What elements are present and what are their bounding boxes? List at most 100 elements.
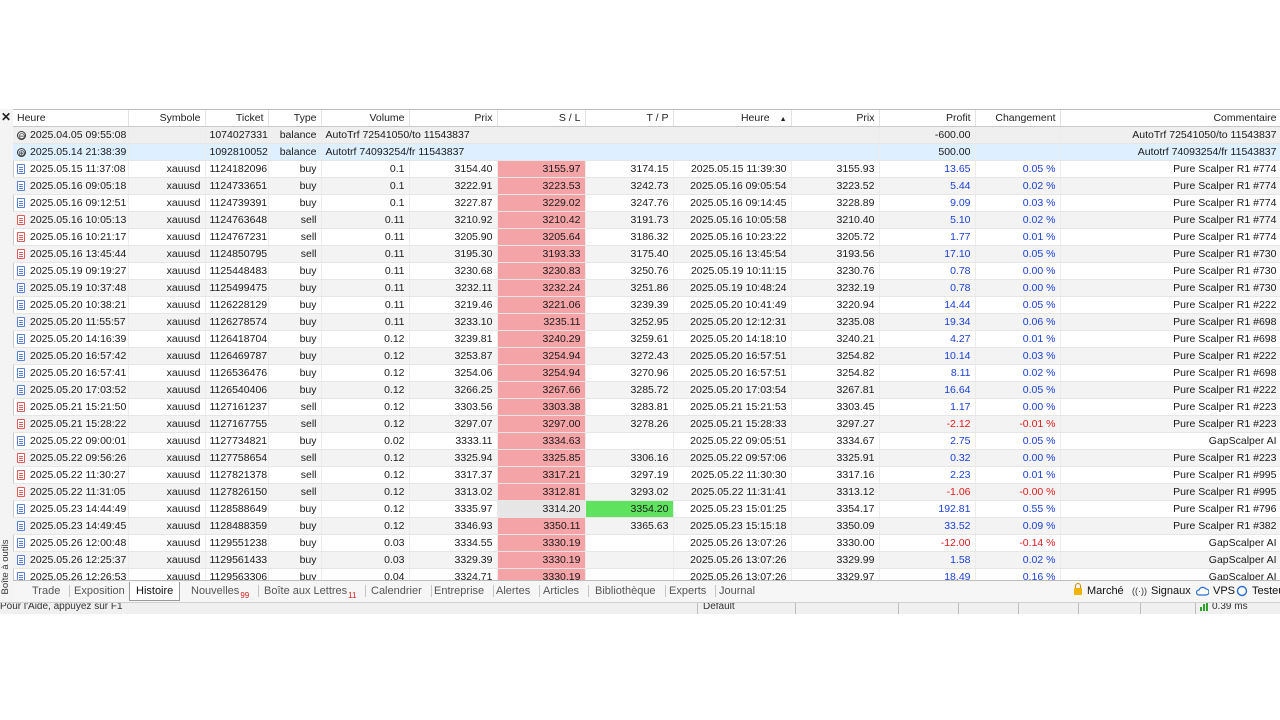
table-row[interactable]: 2025.05.19 10:37:48 xauusd 1125499475 buy 0.… — [13, 279, 1280, 297]
tab-journal[interactable]: Journal — [713, 582, 761, 600]
col-open-time[interactable]: Heure — [13, 110, 129, 127]
cell-open-time: 2025.05.22 11:30:27 — [13, 466, 129, 484]
cell-take-profit: 3306.16 — [585, 449, 674, 467]
cell-profit: 0.78 — [879, 279, 976, 297]
tab-exposition[interactable]: Exposition — [68, 582, 135, 600]
table-row[interactable]: 2025.05.16 10:21:17 xauusd 1124767231 sell 0… — [13, 228, 1280, 246]
cell-profit: 8.11 — [879, 364, 976, 382]
cell-close-price: 3223.52 — [791, 177, 880, 195]
tab-bo-te-aux-lettres[interactable]: Boîte aux Lettres11 — [258, 582, 367, 600]
table-row[interactable]: 2025.05.16 10:05:13 xauusd 1124763648 sell 0… — [13, 211, 1280, 229]
cell-close-time: 2025.05.20 12:12:31 — [673, 313, 792, 331]
table-row[interactable]: 2025.05.22 11:30:27 xauusd 1127821378 sell 0… — [13, 466, 1280, 484]
cell-type: balance — [268, 126, 322, 144]
table-row[interactable]: 2025.05.20 16:57:41 xauusd 1126536476 buy 0.… — [13, 364, 1280, 382]
tab-vps[interactable]: VPS — [1195, 582, 1235, 600]
cell-open-time: 2025.05.26 12:25:37 — [13, 551, 129, 569]
cell-open-time-text: 2025.05.16 10:21:17 — [30, 231, 127, 243]
tab-histoire[interactable]: Histoire — [129, 582, 181, 601]
cell-open-time: 2025.05.16 13:45:44 — [13, 245, 129, 263]
tab-alertes[interactable]: Alertes — [490, 582, 541, 600]
cell-open-price: 3230.68 — [409, 262, 498, 280]
cell-profit: 1.77 — [879, 228, 976, 246]
tab-articles[interactable]: Articles — [537, 582, 590, 600]
tab-calendrier[interactable]: Calendrier — [365, 582, 432, 600]
cell-volume: 0.02 — [321, 432, 410, 450]
balance-row[interactable]: ⊕ 2025.05.14 21:38:39 1092810052 balance Aut… — [13, 143, 1280, 161]
collapse-circle-icon[interactable]: ⊖ — [17, 130, 26, 140]
col-type[interactable]: Type — [268, 110, 322, 127]
tab-biblioth-que[interactable]: Bibliothèque — [589, 582, 666, 600]
cell-close-time: 2025.05.21 15:21:53 — [673, 398, 792, 416]
table-row[interactable]: 2025.05.22 11:31:05 xauusd 1127826150 sell 0… — [13, 483, 1280, 501]
cell-symbol: xauusd — [128, 466, 206, 484]
table-row[interactable]: 2025.05.20 16:57:42 xauusd 1126469787 buy 0.… — [13, 347, 1280, 365]
table-row[interactable]: 2025.05.16 13:45:44 xauusd 1124850795 sell 0… — [13, 245, 1280, 263]
table-row[interactable]: 2025.05.22 09:56:26 xauusd 1127758654 sell 0… — [13, 449, 1280, 467]
col-close-time[interactable]: Heure ▲ — [673, 110, 792, 127]
col-volume[interactable]: Volume — [321, 110, 410, 127]
cell-comment: Pure Scalper R1 #222 — [1060, 347, 1280, 365]
cell-ticket: 1128588649 — [205, 500, 269, 518]
table-row[interactable]: 2025.05.23 14:49:45 xauusd 1128488359 buy 0.… — [13, 517, 1280, 535]
col-comment[interactable]: Commentaire — [1060, 110, 1280, 127]
table-row[interactable]: 2025.05.20 14:16:39 xauusd 1126418704 buy 0.… — [13, 330, 1280, 348]
table-row[interactable]: 2025.05.16 09:12:51 xauusd 1124739391 buy 0.… — [13, 194, 1280, 212]
tab-label: Trade — [32, 585, 61, 597]
tab-experts[interactable]: Experts — [663, 582, 717, 600]
table-row[interactable]: 2025.05.15 11:37:08 xauusd 1124182096 buy 0.… — [13, 160, 1280, 178]
buy-order-icon — [17, 283, 25, 294]
cell-stop-loss: 3205.64 — [497, 228, 586, 246]
tab-signaux[interactable]: ((·)) Signaux — [1132, 582, 1191, 600]
cell-stop-loss: 3303.38 — [497, 398, 586, 416]
table-row[interactable]: 2025.05.20 10:38:21 xauusd 1126228129 buy 0.… — [13, 296, 1280, 314]
table-row[interactable]: 2025.05.21 15:28:22 xauusd 1127167755 sell 0… — [13, 415, 1280, 433]
table-row[interactable]: 2025.05.26 12:25:37 xauusd 1129561433 buy 0.… — [13, 551, 1280, 569]
col-profit[interactable]: Profit — [879, 110, 976, 127]
expand-circle-icon[interactable]: ⊕ — [17, 147, 26, 157]
tab-testeu[interactable]: Testeu — [1236, 582, 1280, 600]
cell-ticket: 1127734821 — [205, 432, 269, 450]
cell-comment: GapScalper AI — [1060, 432, 1280, 450]
cell-comment: Pure Scalper R1 #774 — [1060, 177, 1280, 195]
table-row[interactable]: 2025.05.21 15:21:50 xauusd 1127161237 sell 0… — [13, 398, 1280, 416]
col-close-price[interactable]: Prix — [791, 110, 880, 127]
col-symbol[interactable]: Symbole — [128, 110, 206, 127]
col-ticket[interactable]: Ticket — [205, 110, 269, 127]
table-row[interactable]: 2025.05.16 09:05:18 xauusd 1124733651 buy 0.… — [13, 177, 1280, 195]
tab-nouvelles[interactable]: Nouvelles99 — [185, 582, 260, 600]
col-sl[interactable]: S / L — [497, 110, 586, 127]
cell-take-profit: 3283.81 — [585, 398, 674, 416]
balance-row[interactable]: ⊖ 2025.04.05 09:55:08 1074027331 balance Aut… — [13, 126, 1280, 144]
cell-open-price: 3154.40 — [409, 160, 498, 178]
table-row[interactable]: 2025.05.20 17:03:52 xauusd 1126540406 buy 0.… — [13, 381, 1280, 399]
table-row[interactable]: 2025.05.22 09:00:01 xauusd 1127734821 buy 0.… — [13, 432, 1280, 450]
cell-close-price: 3230.76 — [791, 262, 880, 280]
cell-open-time: 2025.05.16 10:21:17 — [13, 228, 129, 246]
tab-marché[interactable]: Marché — [1074, 582, 1124, 600]
cell-change: 0.05 % — [975, 245, 1061, 263]
cell-open-price: 3266.25 — [409, 381, 498, 399]
col-open-price[interactable]: Prix — [409, 110, 498, 127]
cell-type: buy — [268, 177, 322, 195]
cell-open-time: 2025.05.22 09:00:01 — [13, 432, 129, 450]
tab-label: Bibliothèque — [595, 585, 656, 597]
table-row[interactable]: 2025.05.20 11:55:57 xauusd 1126278574 buy 0.… — [13, 313, 1280, 331]
tab-trade[interactable]: Trade — [26, 582, 71, 600]
cell-take-profit: 3270.96 — [585, 364, 674, 382]
col-change[interactable]: Changement — [975, 110, 1061, 127]
lock-icon — [1074, 582, 1087, 597]
tab-label: Testeu — [1252, 585, 1280, 597]
table-row[interactable]: 2025.05.23 14:44:49 xauusd 1128588649 buy 0.… — [13, 500, 1280, 518]
status-separator — [795, 603, 796, 614]
cell-open-price: 3205.90 — [409, 228, 498, 246]
cloud-icon — [1195, 585, 1213, 597]
tab-entreprise[interactable]: Entreprise — [428, 582, 495, 600]
cell-close-time: 2025.05.16 13:45:54 — [673, 245, 792, 263]
table-row[interactable]: 2025.05.19 09:19:27 xauusd 1125448483 buy 0.… — [13, 262, 1280, 280]
status-separator — [1018, 603, 1019, 614]
cell-ticket: 1126536476 — [205, 364, 269, 382]
col-tp[interactable]: T / P — [585, 110, 674, 127]
close-icon[interactable]: ✕ — [0, 110, 12, 124]
table-row[interactable]: 2025.05.26 12:00:48 xauusd 1129551238 buy 0.… — [13, 534, 1280, 552]
